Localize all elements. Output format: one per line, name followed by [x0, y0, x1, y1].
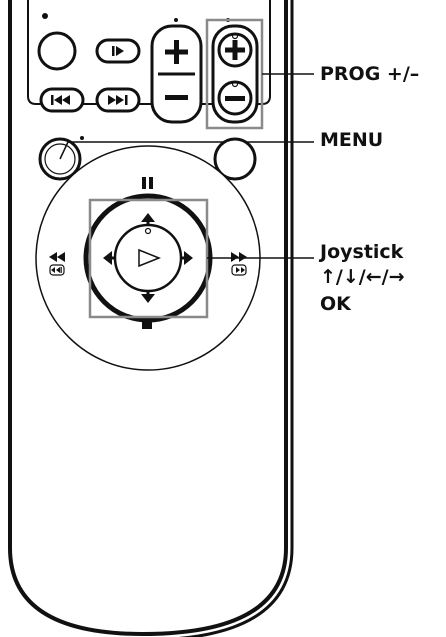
joystick-label: Joystick: [320, 241, 404, 263]
prog-label: PROG +/–: [320, 63, 420, 85]
menu-label: MENU: [320, 129, 384, 151]
minus-icon: [165, 95, 188, 100]
ok-label: OK: [320, 293, 351, 315]
indicator-dot: [174, 18, 178, 22]
prog-minus-icon: [225, 96, 245, 101]
round-button-top-left[interactable]: [37, 31, 77, 71]
indicator-dot: [42, 13, 48, 19]
remote-diagram: [8, 0, 314, 637]
indicator-dot: [80, 136, 84, 140]
joystick-arrows-label: ↑/↓/←/→: [320, 266, 405, 288]
